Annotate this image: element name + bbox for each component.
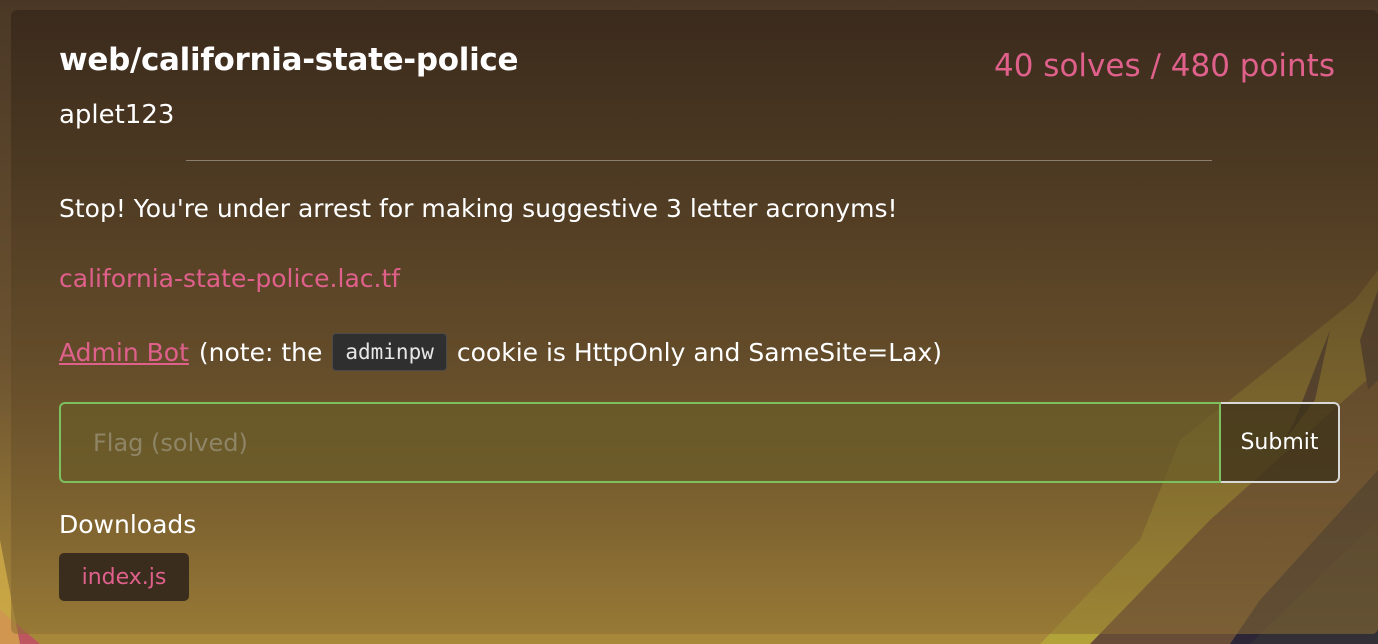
admin-bot-note: Admin Bot (note: the adminpw cookie is H… [59,330,942,374]
downloads-heading: Downloads [59,510,197,539]
cookie-name-code: adminpw [332,333,447,371]
challenge-title: web/california-state-police [59,42,519,78]
divider [186,160,1212,161]
flag-input[interactable] [59,402,1221,483]
challenge-description: Stop! You're under arrest for making sug… [59,194,898,223]
solves-points-badge: 40 solves / 480 points [994,48,1335,84]
admin-bot-link[interactable]: Admin Bot [59,338,189,367]
note-prefix: (note: the [198,337,323,367]
challenge-url-link[interactable]: california-state-police.lac.tf [59,264,400,293]
submit-button[interactable]: Submit [1221,402,1340,483]
note-suffix: cookie is HttpOnly and SameSite=Lax) [456,337,943,367]
download-file-button[interactable]: index.js [59,553,189,601]
flag-form: Submit [59,402,1340,483]
challenge-author: aplet123 [59,100,175,130]
challenge-card [11,10,1378,634]
